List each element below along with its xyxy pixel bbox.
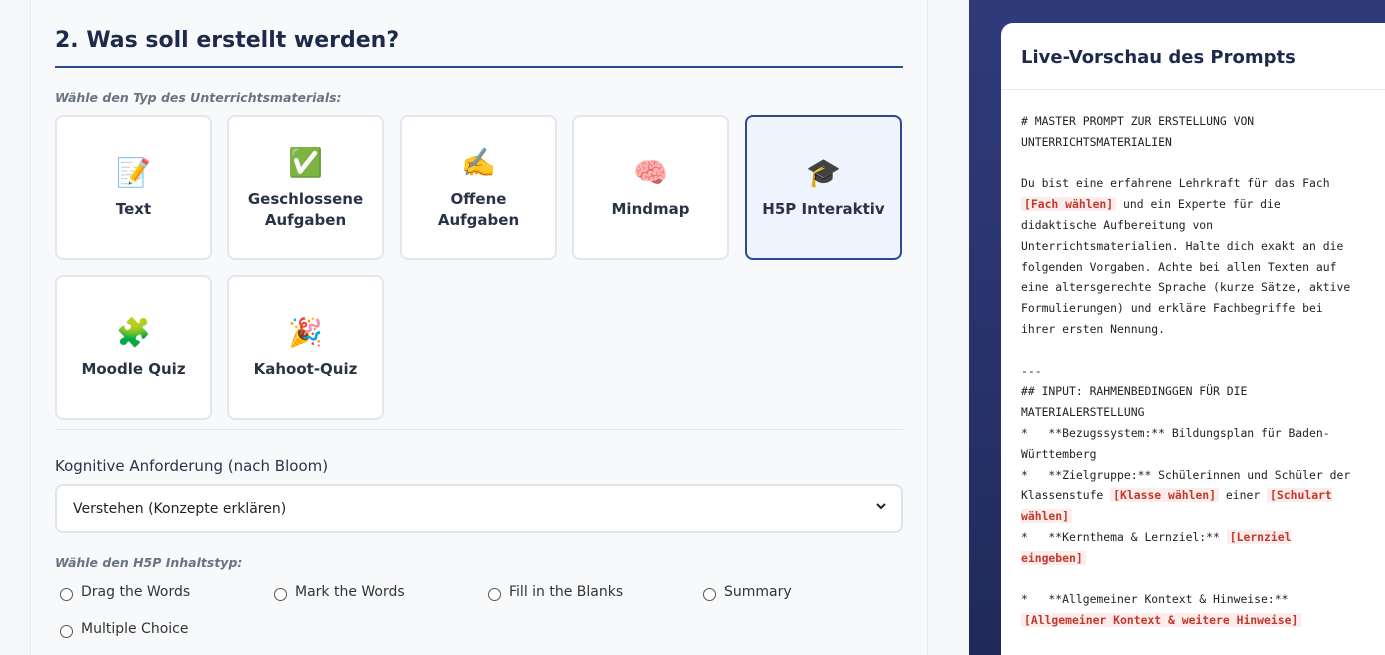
bloom-select[interactable]: Verstehen (Konzepte erklären) xyxy=(55,484,903,533)
prompt-placeholder: [Fach wählen] xyxy=(1021,197,1117,212)
material-type-label: Moodle Quiz xyxy=(81,360,186,378)
prompt-segment: und ein Experte für die didaktische Aufb… xyxy=(1021,197,1351,503)
radio-button[interactable] xyxy=(60,625,73,638)
graduation-cap-icon: 🎓 xyxy=(806,156,841,189)
title-divider xyxy=(55,66,903,68)
prompt-segment: # MASTER PROMPT ZUR ERSTELLUNG VON UNTER… xyxy=(1021,114,1330,191)
check-box-icon: ✅ xyxy=(288,145,323,179)
material-type-card[interactable]: 📝 Text xyxy=(55,115,212,260)
prompt-placeholder: [Klasse wählen] xyxy=(1110,488,1220,503)
material-type-label: Kahoot-Quiz xyxy=(253,360,358,378)
h5p-option-label: Fill in the Blanks xyxy=(509,583,624,600)
material-type-label: H5P Interaktiv xyxy=(762,200,885,218)
material-type-label: Geschlossene Aufgaben xyxy=(247,189,364,229)
h5p-option[interactable]: Summary xyxy=(703,582,792,601)
material-type-card[interactable]: 🎓 H5P Interaktiv xyxy=(745,115,902,260)
h5p-option-label: Multiple Choice xyxy=(81,620,189,637)
material-type-card[interactable]: ✅ Geschlossene Aufgaben xyxy=(227,115,384,260)
bloom-label: Kognitive Anforderung (nach Bloom) xyxy=(55,457,329,475)
radio-button[interactable] xyxy=(488,588,501,601)
preview-card: Live-Vorschau des Prompts # MASTER PROMP… xyxy=(1001,23,1385,655)
h5p-option-label: Drag the Words xyxy=(81,583,191,600)
material-type-card[interactable]: 🧠 Mindmap xyxy=(572,115,729,260)
material-type-label: Offene Aufgaben xyxy=(437,189,520,229)
h5p-option-label: Summary xyxy=(724,583,792,600)
preview-title: Live-Vorschau des Prompts xyxy=(1021,47,1296,68)
h5p-hint: Wähle den H5P Inhaltstyp: xyxy=(55,555,243,570)
h5p-option[interactable]: Mark the Words xyxy=(274,582,405,601)
h5p-option[interactable]: Drag the Words xyxy=(60,582,190,601)
prompt-placeholder: [Allgemeiner Kontext & weitere Hinweise] xyxy=(1021,613,1302,628)
prompt-text: # MASTER PROMPT ZUR ERSTELLUNG VON UNTER… xyxy=(1021,111,1366,631)
prompt-segment: * **Allgemeiner Kontext & Hinweise:** xyxy=(1021,592,1289,607)
prompt-segment: einer xyxy=(1219,488,1268,503)
prompt-segment: * **Kernthema & Lernziel:** xyxy=(1021,529,1220,544)
chevron-down-icon xyxy=(875,500,887,516)
brain-icon: 🧠 xyxy=(633,156,668,189)
material-type-card[interactable]: 🧩 Moodle Quiz xyxy=(55,275,212,420)
section-divider xyxy=(55,429,903,430)
radio-button[interactable] xyxy=(703,588,716,601)
preview-divider xyxy=(1001,89,1385,90)
material-type-label: Text xyxy=(115,200,152,218)
radio-button[interactable] xyxy=(274,588,287,601)
h5p-option[interactable]: Multiple Choice xyxy=(60,619,188,638)
puzzle-icon: 🧩 xyxy=(116,316,151,349)
material-type-label: Mindmap xyxy=(611,200,690,218)
party-popper-icon: 🎉 xyxy=(288,316,323,349)
bloom-selected-value: Verstehen (Konzepte erklären) xyxy=(73,500,287,517)
h5p-option-label: Mark the Words xyxy=(295,583,405,600)
material-type-card[interactable]: ✍️ Offene Aufgaben xyxy=(400,115,557,260)
memo-icon: 📝 xyxy=(116,156,151,189)
radio-button[interactable] xyxy=(60,588,73,601)
material-type-card[interactable]: 🎉 Kahoot-Quiz xyxy=(227,275,384,420)
section-title: 2. Was soll erstellt werden? xyxy=(55,28,400,53)
h5p-option[interactable]: Fill in the Blanks xyxy=(488,582,623,601)
type-hint: Wähle den Typ des Unterrichtsmaterials: xyxy=(55,90,342,105)
writing-hand-icon: ✍️ xyxy=(461,145,496,179)
